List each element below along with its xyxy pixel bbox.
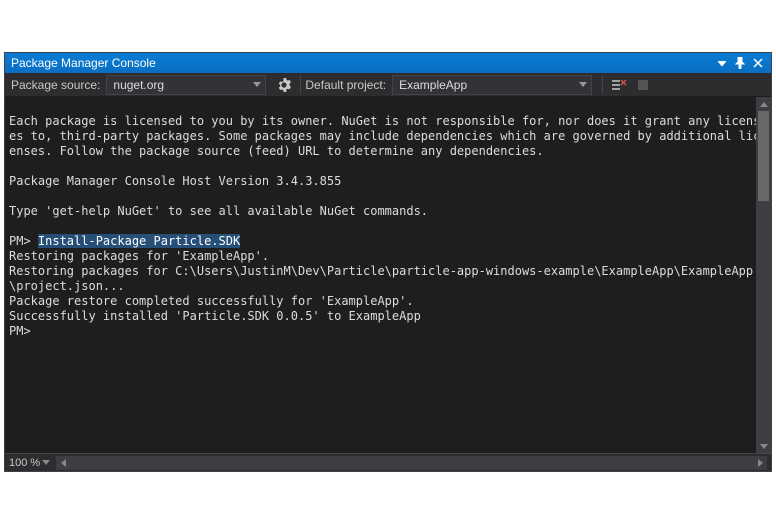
close-icon[interactable]	[749, 54, 767, 72]
console-output[interactable]: Each package is licensed to you by its o…	[5, 97, 771, 453]
console-text: Package restore completed successfully f…	[9, 294, 414, 308]
window-dropdown-icon[interactable]	[713, 54, 731, 72]
settings-gear-button[interactable]	[272, 73, 296, 97]
default-project-combo[interactable]: ExampleApp	[392, 75, 592, 95]
vertical-scrollbar[interactable]	[756, 97, 771, 453]
console-text: Restoring packages for C:\Users\JustinM\…	[9, 264, 753, 293]
toolbar-separator	[602, 76, 603, 94]
console-text: Restoring packages for 'ExampleApp'.	[9, 249, 269, 263]
clear-console-button[interactable]	[607, 73, 631, 97]
package-manager-console-panel: Package Manager Console Package source: …	[4, 52, 772, 472]
console-text: Package Manager Console Host Version 3.4…	[9, 174, 341, 188]
default-project-value: ExampleApp	[399, 78, 467, 92]
package-source-label: Package source:	[11, 78, 100, 92]
default-project-label: Default project:	[305, 78, 386, 92]
statusbar: 100 %	[5, 453, 771, 471]
toolbar-separator	[300, 76, 301, 94]
titlebar: Package Manager Console	[5, 53, 771, 73]
scroll-down-arrow-icon[interactable]	[756, 439, 771, 453]
chevron-down-icon	[579, 82, 587, 87]
horizontal-scrollbar[interactable]	[56, 456, 767, 470]
toolbar: Package source: nuget.org Default projec…	[5, 73, 771, 97]
zoom-level: 100 %	[9, 457, 40, 469]
console-text: Type 'get-help NuGet' to see all availab…	[9, 204, 428, 218]
scroll-up-arrow-icon[interactable]	[756, 97, 771, 111]
scroll-left-arrow-icon[interactable]	[56, 456, 70, 470]
console-text: Each package is licensed to you by its o…	[9, 114, 760, 158]
panel-title: Package Manager Console	[11, 56, 713, 70]
zoom-chevron-icon[interactable]	[42, 460, 50, 465]
chevron-down-icon	[253, 82, 261, 87]
console-prompt: PM>	[9, 324, 38, 338]
stop-button[interactable]	[631, 73, 655, 97]
scrollbar-thumb[interactable]	[758, 111, 769, 201]
console-command-highlight: Install-Package Particle.SDK	[38, 234, 240, 248]
console-text: Successfully installed 'Particle.SDK 0.0…	[9, 309, 421, 323]
package-source-value: nuget.org	[113, 78, 164, 92]
scroll-right-arrow-icon[interactable]	[753, 456, 767, 470]
package-source-combo[interactable]: nuget.org	[106, 75, 266, 95]
pin-icon[interactable]	[731, 54, 749, 72]
console-prompt: PM>	[9, 234, 38, 248]
